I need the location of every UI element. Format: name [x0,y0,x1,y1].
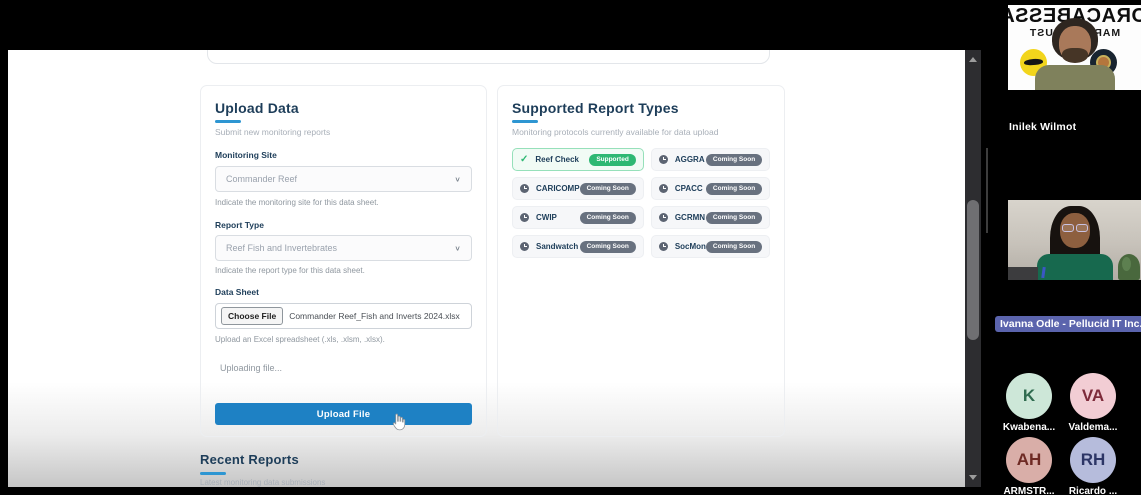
protocol-item-socmon: SocMon Coming Soon [651,235,770,258]
file-input[interactable]: Choose File Commander Reef_Fish and Inve… [215,303,472,329]
upload-data-subtitle: Submit new monitoring reports [215,127,472,137]
report-type-value: Reef Fish and Invertebrates [226,243,454,253]
avatar: RH [1070,437,1116,483]
participant-name: Ricardo ... [1061,486,1125,495]
monitoring-site-helper: Indicate the monitoring site for this da… [215,198,472,207]
status-badge: Coming Soon [706,212,762,224]
screen-share-area: Upload Data Submit new monitoring report… [8,50,965,487]
protocol-name: CPACC [675,184,706,193]
status-badge: Coming Soon [580,241,636,253]
supported-report-types-title: Supported Report Types [512,100,770,116]
protocol-item-aggra: AGGRA Coming Soon [651,148,770,171]
upload-data-title: Upload Data [215,100,472,116]
participant-silhouette [1062,48,1088,63]
data-sheet-helper: Upload an Excel spreadsheet (.xls, .xlsm… [215,335,472,344]
protocol-name: GCRMN [675,213,706,222]
recent-reports-title: Recent Reports [200,452,325,468]
upload-status-text: Uploading file... [220,363,472,373]
upload-file-button[interactable]: Upload File [215,403,472,425]
status-badge: Supported [589,154,636,166]
clock-icon [659,184,668,193]
participant-name-inilek: Inilek Wilmot [1009,121,1076,133]
scroll-down-arrow-icon[interactable] [969,475,977,480]
panel-divider [986,148,988,233]
monitoring-site-select[interactable]: Commander Reef ∨ [215,166,472,192]
glasses [1076,224,1088,232]
protocol-item-caricomp: CARICOMP Coming Soon [512,177,644,200]
participant-name: ARMSTR... [997,486,1061,495]
protocol-item-sandwatch: Sandwatch Coming Soon [512,235,644,258]
participant-tile-armstrong[interactable]: AH ARMSTR... [997,437,1061,495]
participant-tile-ricardo[interactable]: RH Ricardo ... [1061,437,1125,495]
scrollbar-thumb[interactable] [967,200,979,340]
avatar: K [1006,373,1052,419]
recent-reports-section: Recent Reports Latest monitoring data su… [200,452,325,487]
title-underline [200,472,226,475]
clock-icon [659,213,668,222]
clock-icon [520,213,529,222]
protocol-item-cpacc: CPACC Coming Soon [651,177,770,200]
hand-cursor-icon [389,412,407,432]
clock-icon [659,242,668,251]
desk-items [1008,267,1038,280]
data-sheet-label: Data Sheet [215,287,472,297]
title-underline [215,120,241,123]
upload-data-card: Upload Data Submit new monitoring report… [200,85,487,437]
participant-name: Kwabena... [997,422,1061,433]
clock-icon [520,242,529,251]
monitoring-site-value: Commander Reef [226,174,454,184]
scrolled-card-bottom-edge [207,50,770,64]
protocol-name: CWIP [536,213,580,222]
protocol-name: CARICOMP [536,184,580,193]
status-badge: Coming Soon [706,241,762,253]
video-tile-ivanna-odle[interactable] [1008,200,1141,280]
monitoring-site-label: Monitoring Site [215,150,472,160]
participant-name-ivanna: Ivanna Odle - Pellucid IT Inc. [995,316,1141,332]
choose-file-button[interactable]: Choose File [221,307,283,325]
protocol-name: AGGRA [675,155,706,164]
report-type-label: Report Type [215,220,472,230]
chevron-down-icon: ∨ [454,175,461,184]
clock-icon [659,155,668,164]
scroll-up-arrow-icon[interactable] [969,57,977,62]
status-badge: Coming Soon [580,183,636,195]
participant-silhouette [1035,65,1115,90]
status-badge: Coming Soon [706,183,762,195]
protocol-item-gcrmn: GCRMN Coming Soon [651,206,770,229]
recent-reports-subtitle: Latest monitoring data submissions [200,478,325,487]
participant-tile-kwabena[interactable]: K Kwabena... [997,373,1061,433]
participant-name: Valdema... [1061,422,1125,433]
chevron-down-icon: ∨ [454,244,461,253]
glasses [1062,224,1074,232]
video-tile-inilek-wilmot[interactable]: ORACABESSA MARINE TRUST [1008,5,1141,90]
supported-report-types-subtitle: Monitoring protocols currently available… [512,127,770,137]
avatar: AH [1006,437,1052,483]
clock-icon [520,184,529,193]
check-icon: ✓ [520,154,528,165]
participant-silhouette [1037,254,1113,280]
protocol-item-reef-check: ✓ Reef Check Supported [512,148,644,171]
report-type-helper: Indicate the report type for this data s… [215,266,472,275]
protocol-name: Reef Check [535,155,589,164]
avatar: VA [1070,373,1116,419]
plant [1118,254,1140,280]
status-badge: Coming Soon [706,154,762,166]
protocol-grid: ✓ Reef Check Supported AGGRA Coming Soon… [512,148,770,258]
title-underline [512,120,538,123]
share-scrollbar[interactable] [965,50,981,487]
protocol-item-cwip: CWIP Coming Soon [512,206,644,229]
supported-report-types-card: Supported Report Types Monitoring protoc… [497,85,785,437]
report-type-select[interactable]: Reef Fish and Invertebrates ∨ [215,235,472,261]
protocol-name: SocMon [675,242,706,251]
status-badge: Coming Soon [580,212,636,224]
selected-file-name: Commander Reef_Fish and Inverts 2024.xls… [289,311,460,321]
protocol-name: Sandwatch [536,242,580,251]
participant-tile-valdema[interactable]: VA Valdema... [1061,373,1125,433]
